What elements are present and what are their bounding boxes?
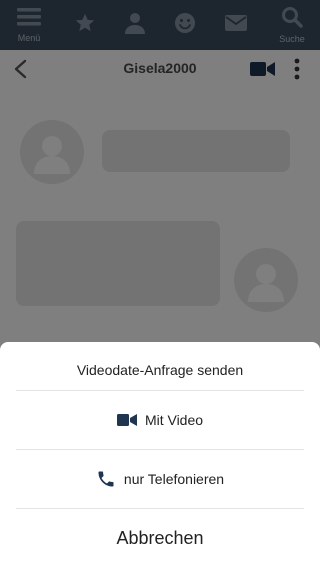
cancel-button[interactable]: Abbrechen [0,509,320,567]
phone-call-label: nur Telefonieren [123,471,225,487]
video-call-option[interactable]: Mit Video [0,391,320,449]
videodate-action-sheet: Videodate-Anfrage senden Mit Video nur T… [0,342,320,568]
video-camera-icon [116,413,137,427]
sheet-title: Videodate-Anfrage senden [76,362,244,378]
phone-icon [96,469,116,489]
phone-call-option[interactable]: nur Telefonieren [0,450,320,508]
video-call-label: Mit Video [144,412,204,428]
